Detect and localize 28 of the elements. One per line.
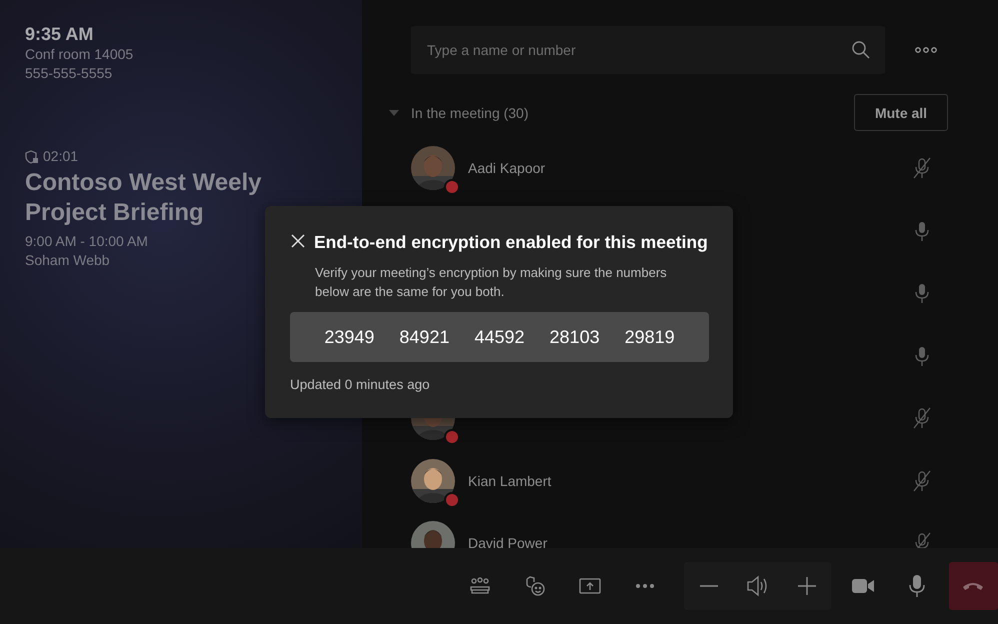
shield-lock-icon [25, 150, 39, 164]
meeting-duration: 02:01 [43, 147, 78, 166]
verification-code: 44592 [474, 326, 525, 348]
clock-time: 9:35 AM [25, 24, 94, 45]
updated-text: Updated 0 minutes ago [290, 377, 431, 392]
more-options-icon[interactable] [915, 47, 937, 53]
participant-name: Kian Lambert [468, 472, 552, 489]
meeting-time: 9:00 AM - 10:00 AM [25, 232, 148, 251]
verification-code: 29819 [624, 326, 675, 348]
search-icon [851, 40, 871, 60]
search-field[interactable]: Type a name or number [411, 26, 885, 74]
dialog-title: End-to-end encryption enabled for this meeting [314, 232, 708, 253]
phone-number: 555-555-5555 [25, 64, 112, 83]
verification-code: 84921 [399, 326, 450, 348]
participant-name: Aadi Kapoor [468, 160, 546, 176]
muted-microphone-icon[interactable] [912, 157, 932, 180]
mute-all-button[interactable]: Mute all [854, 94, 948, 131]
muted-microphone-icon[interactable] [912, 407, 932, 430]
muted-microphone-icon[interactable] [912, 470, 932, 492]
dialog-message: Verify your meeting’s encryption by making sure the numbers below are the same for you both. [315, 264, 668, 301]
organizer-name: Soham Webb [25, 251, 110, 270]
meeting-title: Contoso West Weely Project Briefing [25, 168, 262, 228]
room-name: Conf room 14005 [25, 45, 134, 64]
hang-up-button[interactable] [948, 562, 998, 610]
verification-code: 28103 [550, 326, 600, 348]
section-heading: In the meeting (30) [411, 104, 530, 120]
phone-icon [962, 581, 984, 591]
verification-code: 23949 [324, 326, 374, 348]
